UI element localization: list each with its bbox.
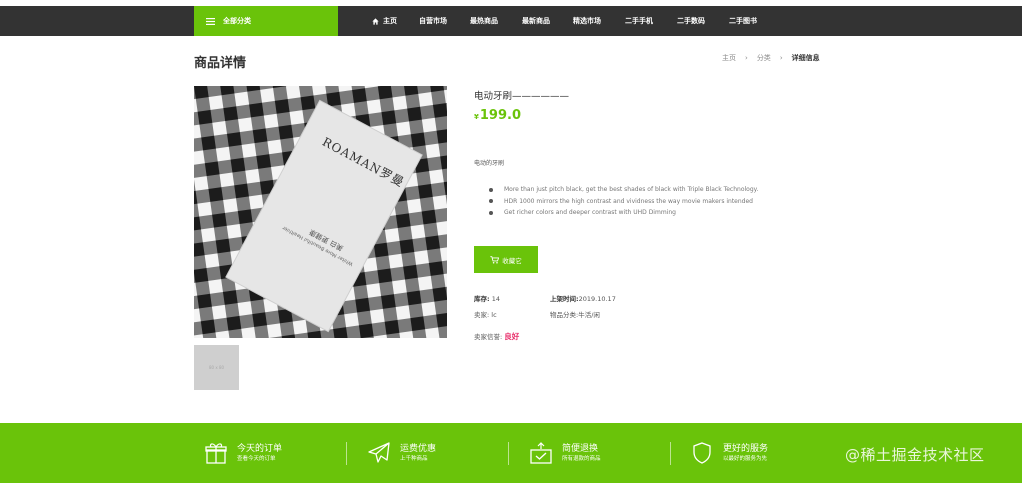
list-item: HDR 1000 mirrors the high contrast and v… <box>489 196 758 208</box>
divider <box>346 442 347 465</box>
divider <box>670 442 671 465</box>
divider <box>508 442 509 465</box>
nav-item-used-books[interactable]: 二手图书 <box>729 16 769 26</box>
menu-icon <box>206 17 215 25</box>
product-photo: ROAMAN罗曼 Whiter More Beautiful Healthier… <box>194 86 447 338</box>
price-value: 199.0 <box>479 108 521 123</box>
seller-credit-info: 卖家信誉: 良好 <box>474 332 520 341</box>
currency-symbol: ¥ <box>474 113 479 121</box>
nav-item-hot[interactable]: 最热商品 <box>470 16 522 26</box>
product-name: 电动牙刷—————— <box>474 91 570 102</box>
product-thumbnail[interactable]: 80 x 80 <box>194 345 239 390</box>
breadcrumb: 主页 › 分类 › 详细信息 <box>722 53 820 63</box>
main-nav: 主页 自营市场 最热商品 最新商品 精选市场 二手手机 二手数码 二手图书 <box>372 6 769 36</box>
box-check-icon <box>530 442 552 464</box>
page-title: 商品详情 <box>194 56 247 71</box>
stock-info: 库存: 14 <box>474 295 500 303</box>
watermark-text: @稀土掘金技术社区 <box>845 446 985 464</box>
nav-item-featured[interactable]: 精选市场 <box>573 16 625 26</box>
gift-icon <box>205 443 227 464</box>
add-to-favorites-button[interactable]: 收藏它 <box>474 246 538 273</box>
top-navbar: 全部分类 主页 自营市场 最热商品 最新商品 精选市场 二手手机 二手数码 二手… <box>0 6 1022 36</box>
nav-item-self-market[interactable]: 自营市场 <box>419 16 470 26</box>
product-main-image[interactable]: ROAMAN罗曼 Whiter More Beautiful Healthier… <box>194 86 447 338</box>
footer-feature-returns[interactable]: 简便退换 所有退款的商品 <box>529 441 601 465</box>
product-price: ¥199.0 <box>474 108 521 123</box>
all-categories-label: 全部分类 <box>223 17 251 25</box>
nav-item-home[interactable]: 主页 <box>372 16 419 26</box>
footer-feature-orders[interactable]: 今天的订单 查看今天的订单 <box>204 441 282 465</box>
nav-item-used-digital[interactable]: 二手数码 <box>677 16 729 26</box>
feature-list: More than just pitch black, get the best… <box>489 184 758 219</box>
breadcrumb-home[interactable]: 主页 <box>722 53 736 63</box>
breadcrumb-category[interactable]: 分类 <box>757 53 771 63</box>
product-description: 电动的牙刷 <box>474 160 505 167</box>
list-item: More than just pitch black, get the best… <box>489 184 758 196</box>
category-info: 物品分类:牛活/闲 <box>550 311 600 319</box>
airplane-icon <box>368 442 390 463</box>
bullet-icon <box>489 199 493 204</box>
home-icon <box>372 17 379 25</box>
bullet-icon <box>489 187 493 192</box>
listing-date-info: 上架时间:2019.10.17 <box>550 295 616 303</box>
breadcrumb-current: 详细信息 <box>791 54 820 62</box>
footer-feature-shipping[interactable]: 运费优惠 上千种商品 <box>367 441 436 465</box>
cart-icon <box>490 255 500 264</box>
chevron-right-icon: › <box>779 54 783 62</box>
shield-icon <box>693 442 711 464</box>
nav-item-new[interactable]: 最新商品 <box>522 16 573 26</box>
seller-info: 卖家: lc <box>474 311 497 319</box>
bullet-icon <box>489 210 493 215</box>
chevron-right-icon: › <box>745 54 748 62</box>
nav-item-used-phones[interactable]: 二手手机 <box>625 16 677 26</box>
footer-feature-service[interactable]: 更好的服务 以最好的服务为先 <box>690 441 768 465</box>
add-to-favorites-label: 收藏它 <box>502 256 522 265</box>
all-categories-button[interactable]: 全部分类 <box>194 6 338 36</box>
credit-badge: 良好 <box>504 332 520 341</box>
list-item: Get richer colors and deeper contrast wi… <box>489 207 758 219</box>
